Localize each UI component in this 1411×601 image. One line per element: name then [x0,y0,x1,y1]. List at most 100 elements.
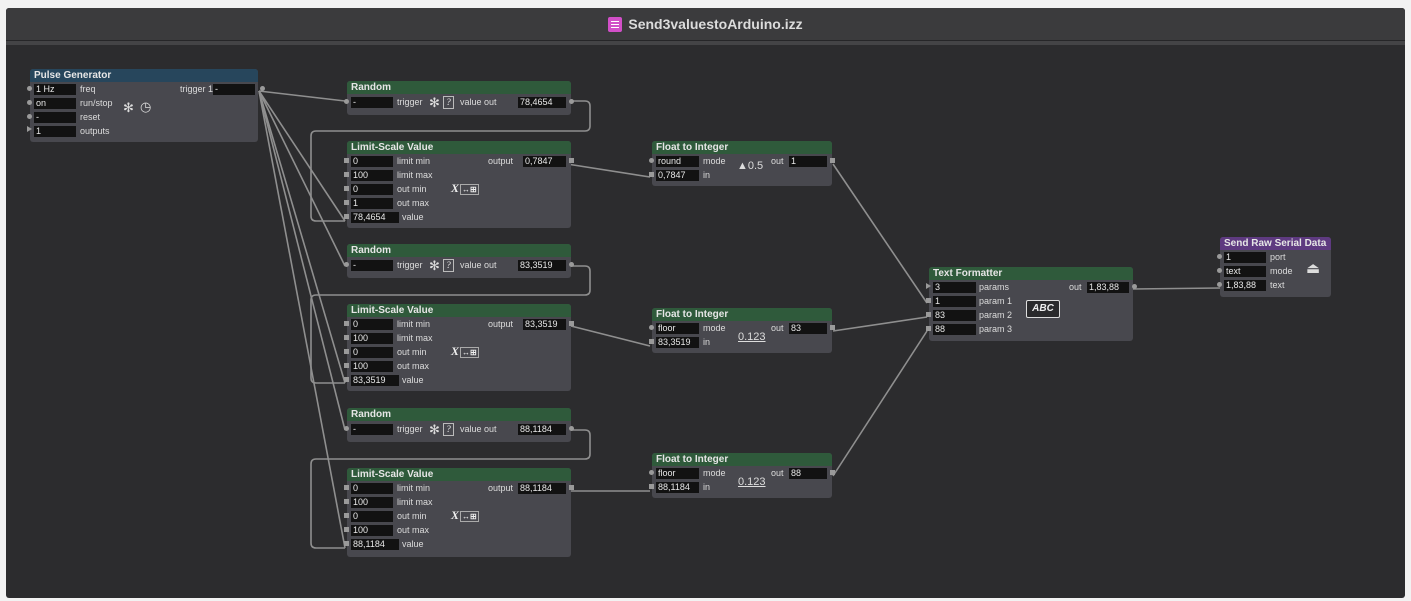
run-stop-field[interactable]: on [34,98,76,109]
port-field[interactable]: 1 [1224,252,1266,263]
outputs-field[interactable]: 1 [34,126,76,137]
in-field[interactable]: 88,1184 [656,482,699,493]
input-pin[interactable] [344,186,349,191]
input-pin[interactable] [926,326,931,331]
random-node-1[interactable]: Random - trigger ✻ ? value out 78,4654 [344,81,574,115]
input-pin[interactable] [649,339,654,344]
limit-min-field[interactable]: 0 [351,156,393,167]
out-field[interactable]: 88 [789,468,827,479]
input-pin[interactable] [344,426,349,431]
input-pin[interactable] [344,262,349,267]
out-max-field[interactable]: 1 [351,198,393,209]
param-2-field[interactable]: 83 [933,310,976,321]
input-pin[interactable] [344,527,349,532]
output-pin[interactable] [1132,284,1137,289]
input-pin[interactable] [344,214,349,219]
value-out-field[interactable]: 78,4654 [518,97,566,108]
output-pin[interactable] [569,426,574,431]
trigger-field[interactable]: - [351,97,393,108]
input-pin[interactable] [344,99,349,104]
float-to-integer-node-3[interactable]: Float to Integer floor mode 88,1184 in 0… [649,453,835,498]
mode-field[interactable]: round [656,156,699,167]
input-pin[interactable] [649,470,654,475]
output-pin[interactable] [569,99,574,104]
limit-max-field[interactable]: 100 [351,333,393,344]
input-pin[interactable] [344,499,349,504]
trigger-field[interactable]: - [351,424,393,435]
input-pin[interactable] [344,349,349,354]
mode-field[interactable]: text [1224,266,1266,277]
params-field[interactable]: 3 [933,282,976,293]
mode-field[interactable]: floor [656,323,699,334]
trigger-field[interactable]: - [351,260,393,271]
out-field[interactable]: 1 [789,156,827,167]
input-pin[interactable] [926,298,931,303]
output-pin[interactable] [569,485,574,490]
in-field[interactable]: 83,3519 [656,337,699,348]
out-min-field[interactable]: 0 [351,347,393,358]
output-field[interactable]: 83,3519 [523,319,566,330]
input-pin[interactable] [344,335,349,340]
output-pin[interactable] [260,86,265,91]
mode-field[interactable]: floor [656,468,699,479]
input-pin[interactable] [344,200,349,205]
input-pin[interactable] [344,485,349,490]
output-field[interactable]: 88,1184 [518,483,566,494]
input-pin[interactable] [1217,268,1222,273]
limit-min-field[interactable]: 0 [351,319,393,330]
out-min-field[interactable]: 0 [351,184,393,195]
output-pin[interactable] [830,158,835,163]
input-pin[interactable] [649,484,654,489]
input-pin[interactable] [649,158,654,163]
output-pin[interactable] [569,262,574,267]
input-pin[interactable] [344,158,349,163]
param-1-field[interactable]: 1 [933,296,976,307]
out-max-field[interactable]: 100 [351,361,393,372]
input-pin[interactable] [344,321,349,326]
send-raw-serial-data-node[interactable]: Send Raw Serial Data 1 port text mode 1,… [1217,237,1331,297]
limit-max-field[interactable]: 100 [351,497,393,508]
limit-scale-node-3[interactable]: Limit-Scale Value 0 limit min 100 limit … [344,468,574,557]
value-out-field[interactable]: 88,1184 [518,424,566,435]
value-out-field[interactable]: 83,3519 [518,260,566,271]
value-field[interactable]: 78,4654 [351,212,399,223]
random-node-3[interactable]: Random - trigger ✻ ? value out 88,1184 [344,408,574,442]
reset-field[interactable]: - [34,112,76,123]
input-pin[interactable] [926,283,931,289]
trigger-output-field[interactable]: - [213,84,255,95]
input-pin[interactable] [27,86,32,91]
input-pin[interactable] [926,312,931,317]
value-field[interactable]: 83,3519 [351,375,399,386]
out-min-field[interactable]: 0 [351,511,393,522]
output-pin[interactable] [830,470,835,475]
pulse-generator-node[interactable]: Pulse Generator 1 Hz freq on run/stop - … [27,69,265,142]
input-pin[interactable] [649,325,654,330]
limit-max-field[interactable]: 100 [351,170,393,181]
patch-canvas[interactable]: Pulse Generator 1 Hz freq on run/stop - … [6,45,1405,598]
output-field[interactable]: 0,7847 [523,156,566,167]
out-field[interactable]: 83 [789,323,827,334]
out-field[interactable]: 1,83,88 [1087,282,1129,293]
text-formatter-node[interactable]: Text Formatter 3 params 1 param 1 83 par… [926,267,1137,341]
freq-field[interactable]: 1 Hz [34,84,76,95]
input-pin[interactable] [344,541,349,546]
input-pin[interactable] [649,172,654,177]
output-pin[interactable] [569,321,574,326]
random-node-2[interactable]: Random - trigger ✻ ? value out 83,3519 [344,244,574,278]
text-field[interactable]: 1,83,88 [1224,280,1266,291]
float-to-integer-node-1[interactable]: Float to Integer round mode 0,7847 in ▲0… [649,141,835,186]
input-pin[interactable] [1217,282,1222,287]
output-pin[interactable] [830,325,835,330]
input-pin[interactable] [27,126,32,132]
limit-min-field[interactable]: 0 [351,483,393,494]
input-pin[interactable] [344,377,349,382]
limit-scale-node-1[interactable]: Limit-Scale Value 0 limit min 100 limit … [344,141,574,228]
input-pin[interactable] [1217,254,1222,259]
in-field[interactable]: 0,7847 [656,170,699,181]
output-pin[interactable] [569,158,574,163]
float-to-integer-node-2[interactable]: Float to Integer floor mode 83,3519 in 0… [649,308,835,353]
param-3-field[interactable]: 88 [933,324,976,335]
input-pin[interactable] [344,363,349,368]
input-pin[interactable] [344,513,349,518]
input-pin[interactable] [27,100,32,105]
